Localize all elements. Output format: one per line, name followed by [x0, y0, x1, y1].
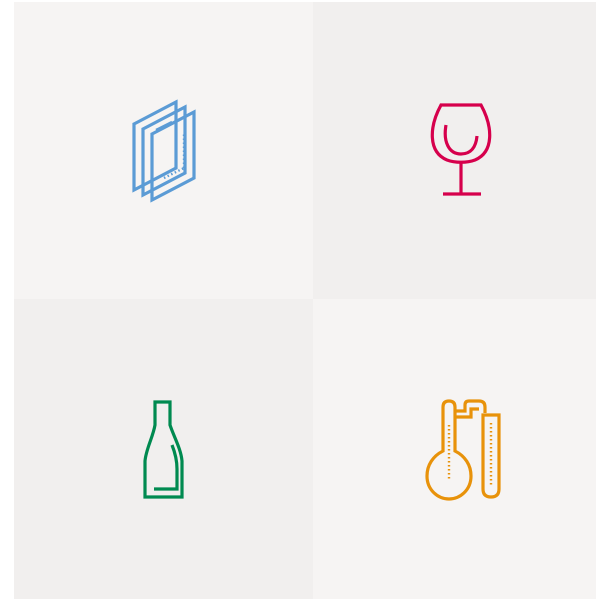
wine-glass-icon: [430, 103, 492, 196]
icon-grid: [14, 2, 596, 599]
glass-panes-icon: [132, 99, 196, 203]
bottle-icon: [143, 400, 184, 499]
lab-flask-tubes-icon: [425, 399, 501, 501]
tile-lab-flask: [313, 299, 596, 599]
tile-bottle: [14, 299, 313, 599]
tile-glass-panes: [14, 2, 313, 299]
tile-wine-glass: [313, 2, 596, 299]
